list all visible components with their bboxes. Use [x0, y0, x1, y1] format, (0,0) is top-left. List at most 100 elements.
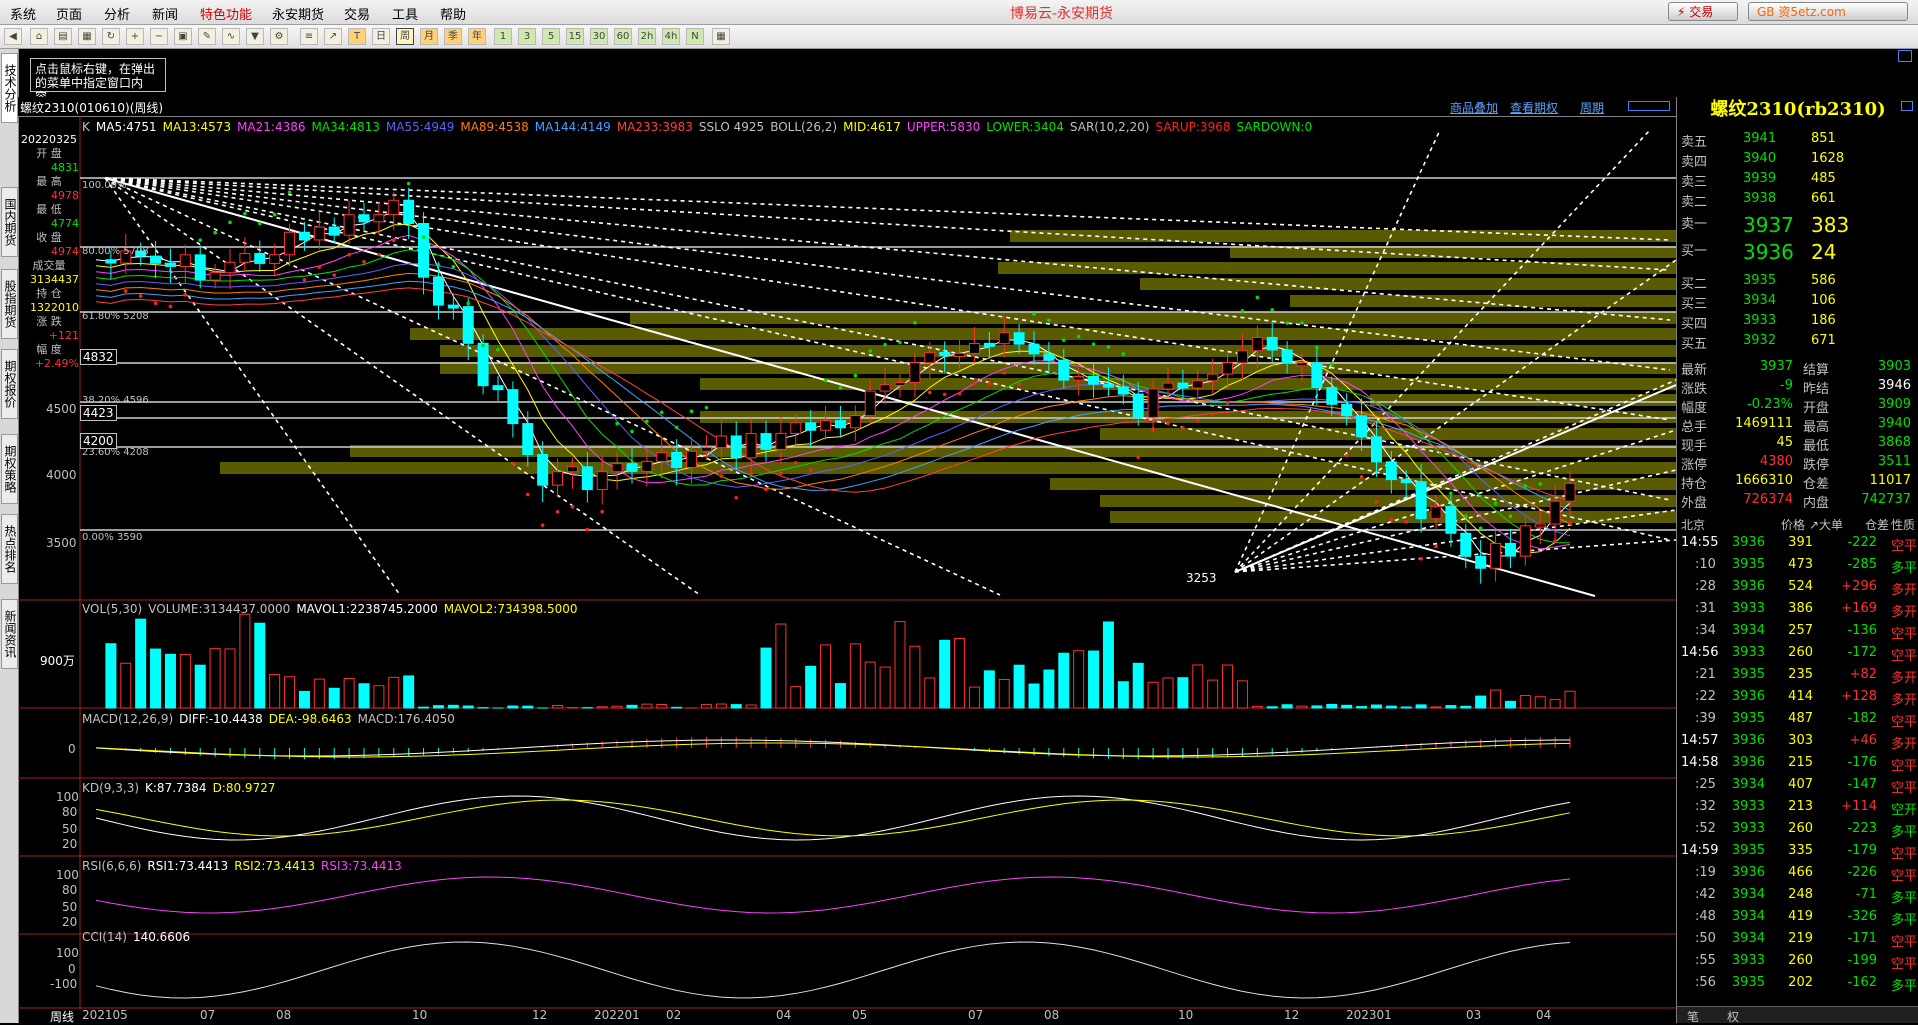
- volume-bar: [865, 662, 875, 708]
- quote-panel: 螺纹2310(rb2310) 卖五3941851卖四39401628卖三3939…: [1676, 97, 1918, 1023]
- cci-legend: CCI(14)140.6606: [82, 930, 196, 944]
- volume-bar: [210, 649, 220, 708]
- trade-button[interactable]: ⚡ 交易: [1668, 2, 1738, 21]
- sar-dot: [1553, 539, 1557, 543]
- volume-bar: [955, 638, 965, 708]
- sar-dot: [779, 472, 783, 476]
- indicator-value: UPPER:5830: [907, 120, 980, 134]
- bid-volume: 586: [1811, 273, 1836, 288]
- candle: [642, 461, 652, 471]
- sar-dot: [571, 505, 575, 509]
- tick-nature: 空开: [1891, 799, 1917, 818]
- volume-bar: [1252, 706, 1262, 708]
- indicator-value: MAVOL1:2238745.2000: [296, 602, 437, 616]
- stat-value: 3903: [1878, 359, 1911, 374]
- stat-row: 涨跌-9昨结3946: [1681, 378, 1915, 397]
- stat-label: 涨跌: [1681, 378, 1707, 397]
- stat-row: 涨停4380跌停3511: [1681, 454, 1915, 473]
- candle: [1282, 350, 1292, 363]
- candle: [1089, 377, 1099, 385]
- sar-dot: [1256, 296, 1260, 300]
- info-value: 4774: [19, 217, 79, 231]
- volume-bar: [165, 654, 175, 708]
- volume-profile-band: [1110, 511, 1676, 523]
- panel-menu-icon[interactable]: [1901, 101, 1913, 111]
- indicator-value: VOL(5,30): [82, 602, 142, 616]
- indicator-value: DEA:-98.6463: [269, 712, 352, 726]
- volume-bar: [597, 707, 607, 708]
- tick-nature: 空平: [1891, 645, 1917, 664]
- volume-bar: [776, 624, 786, 708]
- indicator-value: RSI3:73.4413: [321, 859, 402, 873]
- candle: [716, 436, 726, 448]
- tab-ticks[interactable]: 笔: [1687, 1008, 1699, 1025]
- sar-dot: [362, 260, 366, 264]
- ask-level-label: 卖一: [1681, 213, 1707, 232]
- date-tick: 202105: [82, 1008, 128, 1022]
- sar-dot: [1166, 421, 1170, 425]
- tick-oi-change: -71: [1856, 887, 1877, 902]
- tick-oi-change: +46: [1850, 733, 1877, 748]
- tick-oi-change: -171: [1847, 931, 1877, 946]
- sar-dot: [913, 321, 917, 325]
- sar-dot: [824, 379, 828, 383]
- candle: [1446, 506, 1456, 533]
- tick-row: :423934248-71多平: [1681, 887, 1917, 908]
- volume-bar: [151, 649, 161, 708]
- tick-oi-change: -147: [1847, 777, 1877, 792]
- volume-bar: [1371, 705, 1381, 708]
- volume-bar: [180, 655, 190, 708]
- info-value: 4831: [19, 161, 79, 175]
- stat-value: 1666310: [1735, 473, 1793, 488]
- bid-price: 3936: [1743, 240, 1794, 264]
- volume-bar: [642, 704, 652, 708]
- candle: [538, 455, 548, 486]
- indicator-value: SARDOWN:0: [1236, 120, 1312, 134]
- contract-title: 螺纹2310(rb2310): [1677, 97, 1918, 123]
- date-tick: 12: [532, 1008, 547, 1022]
- volume-bar: [508, 706, 518, 708]
- bid-volume: 106: [1811, 293, 1836, 308]
- volume-bar: [1223, 665, 1233, 708]
- tick-price: 3934: [1732, 887, 1765, 902]
- bid-row: 买四3933186: [1681, 313, 1915, 333]
- stat-label: 结算: [1803, 359, 1829, 378]
- kd-axis-label: 20: [62, 837, 77, 851]
- tick-nature: 空平: [1891, 535, 1917, 554]
- login-button[interactable]: GB 资5etz.com: [1748, 2, 1908, 21]
- tick-price: 3933: [1732, 821, 1765, 836]
- stat-label: 最低: [1803, 435, 1829, 454]
- tick-price: 3936: [1732, 689, 1765, 704]
- candle: [1163, 383, 1173, 389]
- candle: [1178, 383, 1188, 388]
- tick-price: 3936: [1732, 579, 1765, 594]
- restore-window-icon[interactable]: [1898, 50, 1912, 62]
- volume-profile-band: [440, 362, 1676, 374]
- volume-profile-band: [440, 345, 1676, 357]
- tab-rights[interactable]: 权: [1727, 1008, 1739, 1025]
- sar-dot: [1270, 308, 1274, 312]
- volume-bar: [240, 614, 250, 708]
- kd-axis-label: 50: [62, 822, 77, 836]
- tick-oi-change: +128: [1841, 689, 1877, 704]
- tick-header-cell: 价格: [1781, 516, 1805, 533]
- panel-footer: 笔 权: [1677, 1006, 1918, 1023]
- sar-dot: [392, 238, 396, 242]
- candle: [344, 215, 354, 235]
- tick-nature: 空平: [1891, 623, 1917, 642]
- tick-oi-change: -222: [1847, 535, 1877, 550]
- cci-axis-label: -100: [50, 977, 77, 991]
- candle: [463, 307, 473, 344]
- candle: [1267, 337, 1277, 350]
- cci-axis-label: 100: [56, 946, 79, 960]
- tick-volume: 303: [1788, 733, 1813, 748]
- volume-bar: [1133, 663, 1143, 708]
- sar-dot: [541, 523, 545, 527]
- tick-volume: 257: [1788, 623, 1813, 638]
- candle: [151, 256, 161, 263]
- stat-label: 总手: [1681, 416, 1707, 435]
- indicator-value: MAVOL2:734398.5000: [444, 602, 578, 616]
- indicator-value: K: [82, 120, 90, 134]
- candle: [880, 385, 890, 391]
- tick-header-cell: 北京: [1681, 516, 1705, 533]
